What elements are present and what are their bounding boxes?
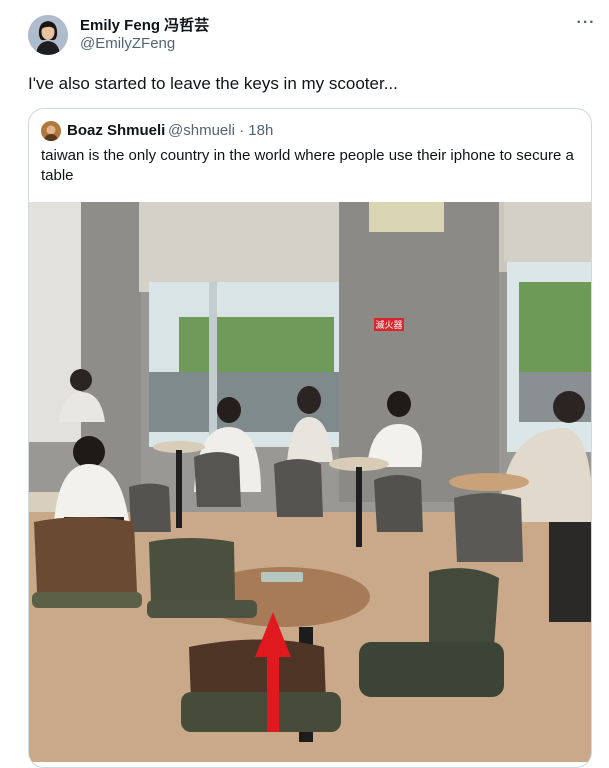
meta-separator: ·	[239, 122, 245, 139]
quoted-author-name[interactable]: Boaz Shmueli	[67, 122, 165, 139]
author-name[interactable]: Emily Feng 冯哲芸	[80, 14, 209, 35]
quoted-author-meta[interactable]: @shmueli · 18h	[168, 122, 273, 139]
quoted-tweet-text: taiwan is the only country in the world …	[41, 147, 574, 184]
quoted-photo[interactable]: 滅火器	[29, 202, 592, 762]
quoted-author-avatar[interactable]	[41, 121, 61, 141]
author-avatar[interactable]	[28, 15, 68, 55]
author-handle[interactable]: @EmilyZFeng	[80, 35, 175, 52]
more-options-icon[interactable]: ···	[574, 12, 598, 36]
tweet: Emily Feng 冯哲芸 @EmilyZFeng ··· I've also…	[0, 0, 609, 768]
quoted-tweet[interactable]: Boaz Shmueli @shmueli · 18h taiwan is th…	[28, 108, 592, 768]
quoted-time[interactable]: 18h	[248, 122, 273, 139]
photo-sign-text: 滅火器	[375, 319, 402, 331]
quoted-author-handle[interactable]: @shmueli	[168, 122, 235, 139]
tweet-text: I've also started to leave the keys in m…	[28, 74, 398, 93]
